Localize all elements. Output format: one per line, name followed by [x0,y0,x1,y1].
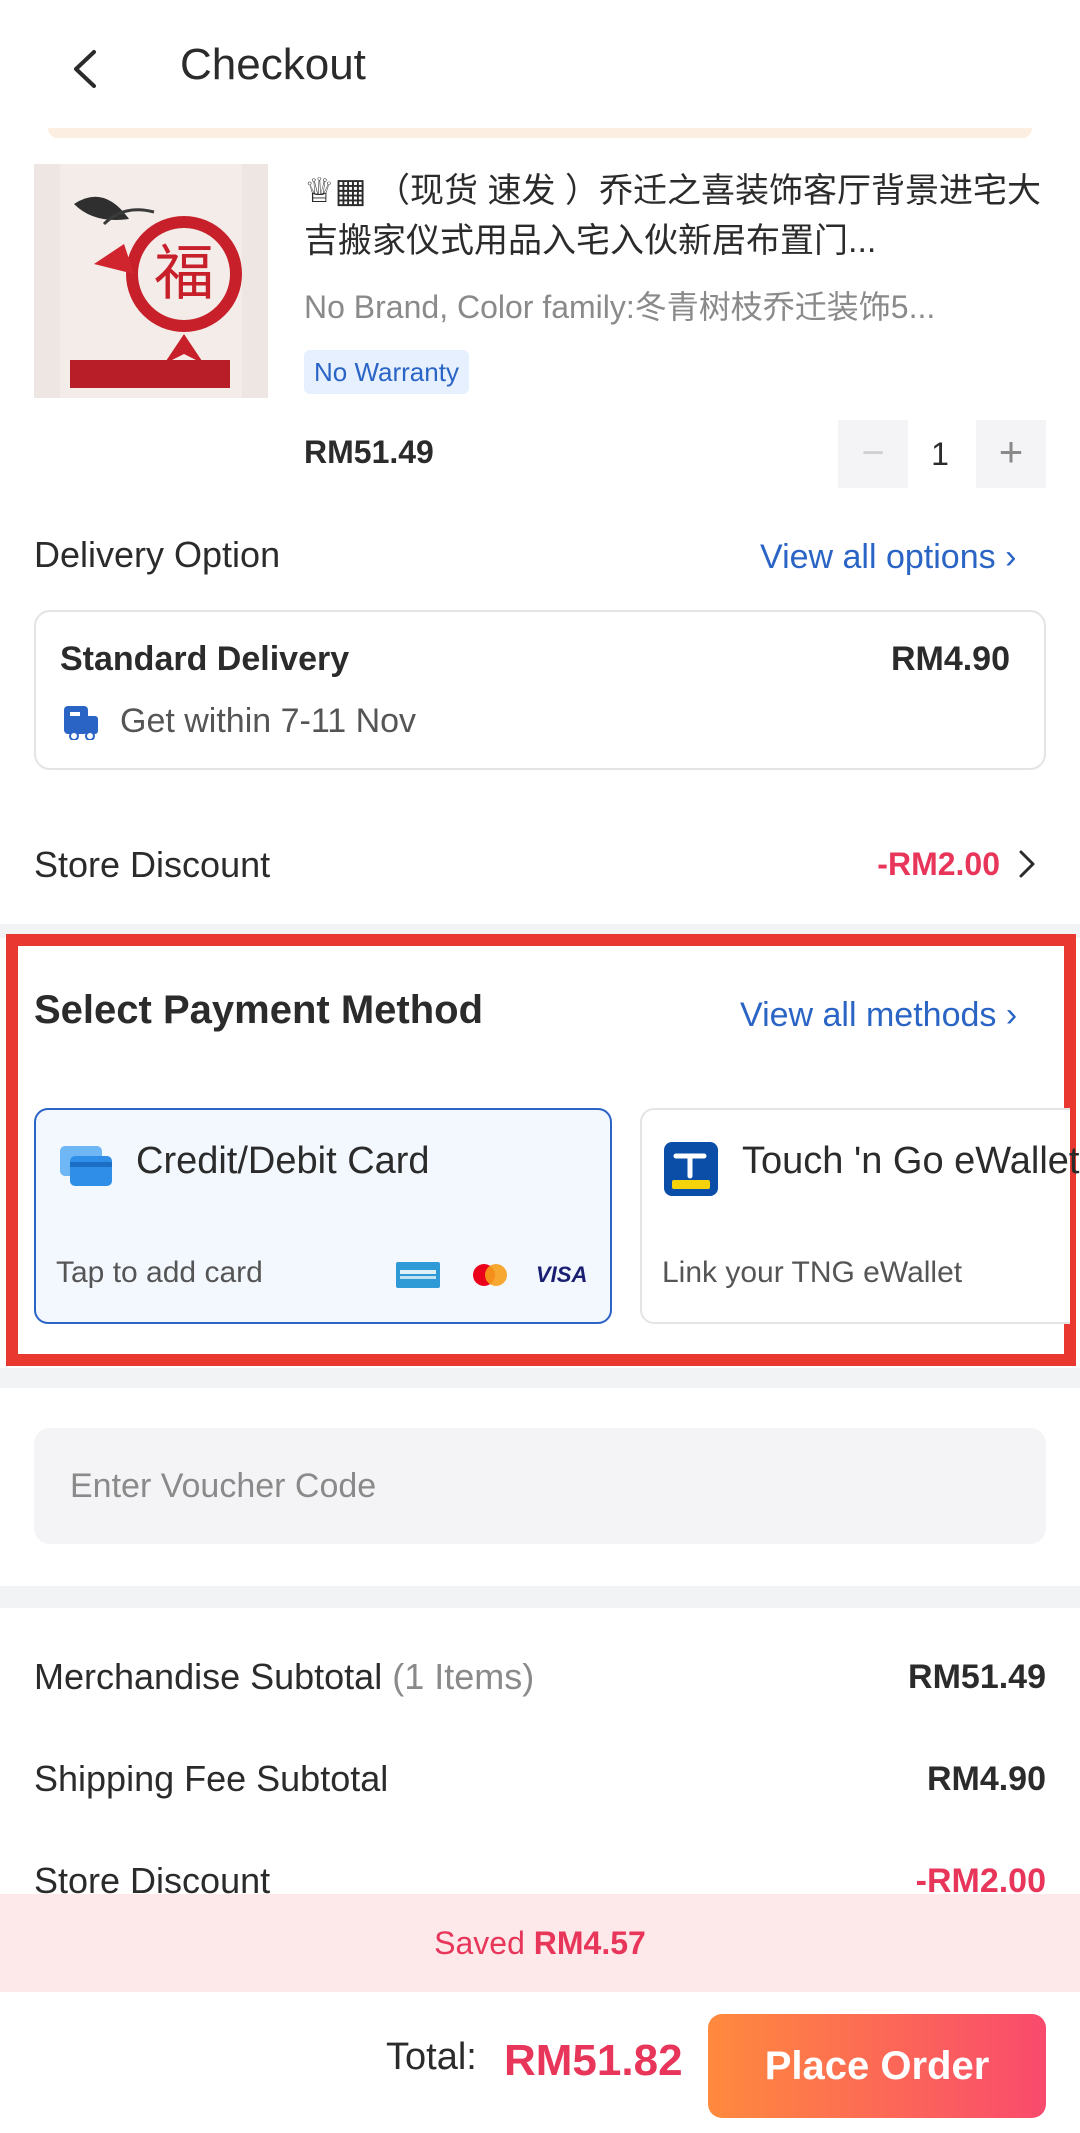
quantity-value: 1 [931,436,949,472]
summary-label-text: Merchandise Subtotal [34,1656,383,1697]
section-divider [0,1586,1080,1608]
total-label: Total: [386,2036,477,2078]
merchandise-subtotal-label: Merchandise Subtotal (1 Items) [34,1656,534,1698]
place-order-button[interactable]: Place Order [708,2014,1046,2118]
view-all-methods-link[interactable]: View all methods › [740,996,1017,1035]
store-discount-value[interactable]: -RM2.00 [840,846,1000,883]
page-title: Checkout [180,40,366,89]
payment-method-name: Credit/Debit Card [136,1140,430,1182]
savings-amount: RM4.57 [533,1925,646,1961]
quantity-increase-button[interactable]: + [976,420,1046,488]
delivery-truck-icon [64,706,98,740]
store-discount-label[interactable]: Store Discount [34,844,270,886]
merchandise-subtotal-value: RM51.49 [908,1658,1046,1696]
delivery-option-price: RM4.90 [890,640,1010,678]
payment-method-subtitle: Tap to add card [56,1256,263,1289]
visa-icon: VISA [536,1262,588,1287]
voucher-code-input[interactable] [34,1428,1046,1544]
payment-section-title: Select Payment Method [34,988,484,1032]
payment-method-subtitle: Link your TNG eWallet [662,1256,963,1289]
savings-prefix: Saved [434,1925,525,1961]
product-title[interactable]: ♕▦ （现货 速发 ）乔迁之喜装饰客厅背景进宅大吉搬家仪式用品入宅入伙新居布置门… [304,166,1044,266]
chevron-right-icon[interactable] [1016,846,1038,882]
delivery-option-card[interactable] [34,610,1046,770]
item-count: (1 Items) [392,1656,535,1697]
total-value: RM51.82 [504,2036,683,2085]
product-variant[interactable]: No Brand, Color family:冬青树枝乔迁装饰5... [304,282,1044,328]
shipping-fee-label: Shipping Fee Subtotal [34,1758,389,1799]
amex-icon [396,1262,440,1288]
delivery-option-name: Standard Delivery [60,640,350,678]
view-all-options-link[interactable]: View all options › [760,538,1016,577]
credit-card-icon [60,1146,112,1186]
warranty-badge: No Warranty [304,350,469,394]
divider [48,128,1032,138]
delivery-eta: Get within 7-11 Nov [120,702,417,740]
product-image[interactable]: 福 [34,164,268,398]
tng-ewallet-icon [664,1142,718,1196]
product-price: RM51.49 [304,434,434,470]
savings-banner: Saved RM4.57 [0,1894,1080,1992]
svg-text:福: 福 [154,239,214,309]
section-divider [0,1368,1080,1388]
delivery-option-label: Delivery Option [34,534,281,575]
quantity-decrease-button[interactable]: − [838,420,908,488]
header [0,0,1080,132]
payment-method-name: Touch 'n Go eWallet [742,1140,1080,1182]
back-arrow-icon[interactable] [66,46,106,92]
mastercard-icon [473,1264,507,1286]
shipping-fee-value: RM4.90 [926,1760,1046,1798]
